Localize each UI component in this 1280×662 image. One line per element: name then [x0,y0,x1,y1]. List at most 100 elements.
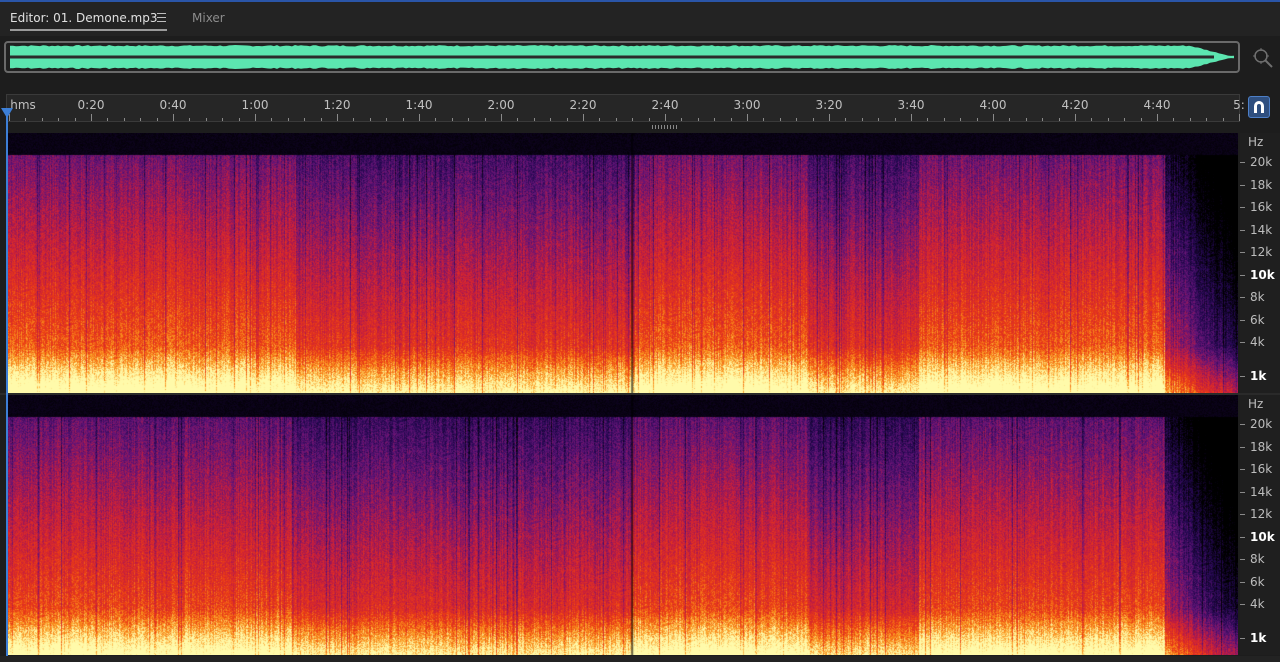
ruler-tick [287,118,289,121]
ruler-tick [222,118,224,121]
ruler-time-label: 2:40 [651,98,679,112]
playhead-marker[interactable] [1,108,13,118]
ruler-tick [861,118,863,121]
waveform-overview[interactable] [4,41,1240,73]
tab-editor[interactable]: Editor: 01. Demone.mp3 [10,10,167,31]
ruler-tick [1206,118,1208,121]
ruler-time-label: 4:00 [979,98,1007,112]
ruler-tick [566,118,568,121]
ruler-tick [517,118,519,121]
hz-label: 10k [1250,529,1275,544]
hz-label: 4k [1250,335,1265,349]
ruler-tick [1107,118,1109,121]
ruler-tick [58,118,60,121]
spectrogram-channel-right[interactable] [8,395,1238,655]
hz-label: 6k [1250,574,1265,589]
ruler-time-label: 4:40 [1143,98,1171,112]
ruler-tick [189,118,191,121]
ruler-tick [41,118,43,121]
ruler-time-label: 5: [1233,98,1245,112]
ruler-tick [796,118,798,121]
ruler-tick [550,118,552,121]
frequency-scale-right[interactable]: Hz 20k 18k 16k 14k 12k 10k 8k 6k 4k 1k [1240,395,1280,655]
ruler-tick [812,118,814,121]
hz-label: 12k [1250,507,1273,522]
hz-label: 4k [1250,597,1265,611]
audition-editor-window: Editor: 01. Demone.mp3 Mixer hms 0:20 0:4… [0,0,1280,662]
ruler-tick [419,114,420,121]
ruler-tick [173,114,174,121]
ruler-tick [1124,118,1126,121]
hz-label: 20k [1250,417,1273,432]
ruler-tick [1009,118,1011,121]
ruler-tick [1222,118,1224,121]
ruler-tick [665,114,666,121]
ruler-tick [1189,118,1191,121]
frequency-scale-left[interactable]: Hz 20k 18k 16k 14k 12k 10k 8k 6k 4k 1k [1240,133,1280,393]
hz-tick [1240,375,1245,377]
hz-tick [1240,514,1245,516]
playhead-line[interactable] [6,110,8,662]
ruler-tick [1239,114,1240,121]
hz-label: 20k [1250,155,1273,170]
tab-mixer-label: Mixer [192,11,225,25]
hz-tick [1240,424,1245,426]
ruler-tick [91,114,92,121]
overview-center-line [10,55,1214,59]
ruler-time-label: 3:20 [815,98,843,112]
snap-toggle-button[interactable] [1248,96,1270,118]
ruler-tick [747,114,748,121]
hz-tick [1240,342,1245,343]
ruler-tick [1157,114,1158,121]
ruler-tick [435,118,437,121]
ruler-tick [829,114,830,121]
ruler-tick [927,118,929,121]
ruler-tick [1075,114,1076,121]
hz-label: 10k [1250,267,1275,282]
hz-tick [1240,446,1245,448]
ruler-tick [205,118,207,121]
ruler-tick [1091,118,1093,121]
ruler-tick [353,118,355,121]
bottom-scrollbar[interactable] [0,656,1280,662]
ruler-tick [337,114,338,121]
ruler-tick [615,118,617,121]
ruler-tick [320,118,322,121]
ruler-tick [878,118,880,121]
ruler-time-label: 0:40 [159,98,187,112]
ruler-tick [255,114,256,121]
hamburger-menu-icon[interactable] [157,13,166,22]
ruler-time-label: 3:00 [733,98,761,112]
ruler-tick [451,118,453,121]
hz-label: 1k [1250,368,1267,383]
zoom-magnifier-icon[interactable] [1252,47,1274,69]
hz-tick [1240,604,1245,605]
ruler-tick [501,114,502,121]
hz-tick [1240,536,1245,538]
ruler-tick [632,118,634,121]
ruler-tick [894,118,896,121]
ruler-tick [156,118,158,121]
ruler-tick [1173,118,1175,121]
ruler-tick [1025,118,1027,121]
hz-unit-label: Hz [1248,135,1264,149]
ruler-tick [993,114,994,121]
ruler-tick [730,118,732,121]
hz-tick [1240,581,1245,583]
spectrogram-left-canvas [8,133,1238,393]
ruler-tick [25,118,27,121]
tab-mixer[interactable]: Mixer [192,10,225,30]
ruler-tick [911,114,912,121]
hz-tick [1240,184,1245,186]
panel-resize-grip[interactable] [652,125,678,129]
ruler-tick [484,118,486,121]
overview-waveform [10,45,1234,69]
ruler-tick [697,118,699,121]
hz-tick [1240,207,1245,209]
ruler-unit-label: hms [10,98,36,112]
hz-label: 18k [1250,439,1273,454]
spectrogram-channel-left[interactable] [8,133,1238,393]
ruler-tick [1042,118,1044,121]
ruler-tick [533,118,535,121]
time-ruler[interactable]: hms 0:20 0:40 1:00 1:20 1:40 2:00 2:20 2:40 3:00… [6,94,1245,122]
